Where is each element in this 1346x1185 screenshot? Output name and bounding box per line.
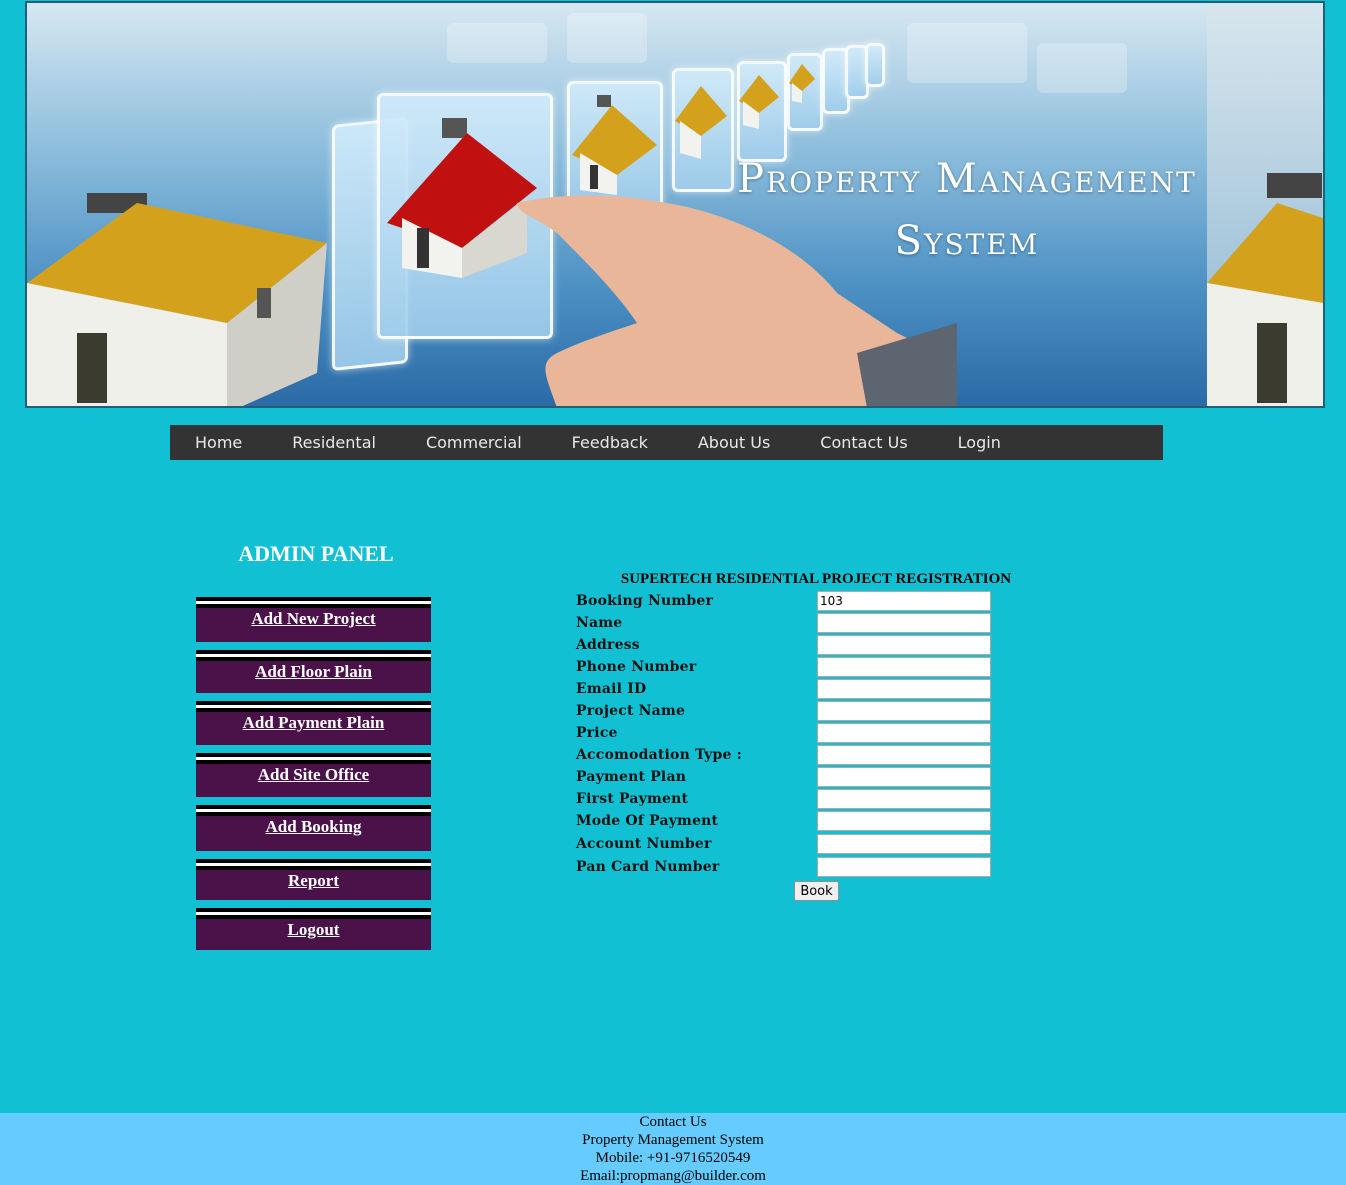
add-payment-plain-button[interactable]: Add Payment Plain xyxy=(196,701,431,745)
booking-number-input[interactable] xyxy=(817,591,991,611)
form-row-pan-card-number: Pan Card Number xyxy=(576,857,996,879)
price-input[interactable] xyxy=(817,723,991,743)
footer: Contact Us Property Management System Mo… xyxy=(0,1113,1346,1185)
small-house-icon xyxy=(739,75,779,129)
report-button[interactable]: Report xyxy=(196,859,431,900)
payment-plan-input[interactable] xyxy=(817,767,991,787)
add-floor-plain-link[interactable]: Add Floor Plain xyxy=(196,654,431,682)
form-row-account-number: Account Number xyxy=(576,834,996,856)
email-id-input[interactable] xyxy=(817,679,991,699)
nav-home[interactable]: Home xyxy=(170,425,267,460)
phone-number-label: Phone Number xyxy=(576,659,697,675)
house-illustration-right xyxy=(1207,173,1323,406)
add-new-project-button[interactable]: Add New Project xyxy=(196,597,431,642)
site-title: Property Management System xyxy=(737,148,1197,272)
form-row-price: Price xyxy=(576,723,996,745)
first-payment-label: First Payment xyxy=(576,791,689,807)
address-input[interactable] xyxy=(817,635,991,655)
main-nav: Home Residental Commercial Feedback Abou… xyxy=(170,425,1163,460)
form-row-payment-plan: Payment Plan xyxy=(576,767,996,789)
mode-of-payment-input[interactable] xyxy=(817,811,991,831)
first-payment-input[interactable] xyxy=(817,789,991,809)
phone-number-input[interactable] xyxy=(817,657,991,677)
logout-button[interactable]: Logout xyxy=(196,908,431,950)
footer-contact-heading: Contact Us xyxy=(639,1114,707,1130)
form-row-booking-number: Booking Number xyxy=(576,591,996,613)
add-payment-plain-link[interactable]: Add Payment Plain xyxy=(196,705,431,733)
account-number-input[interactable] xyxy=(817,834,991,854)
nav-login[interactable]: Login xyxy=(933,425,1026,460)
add-booking-link[interactable]: Add Booking xyxy=(196,809,431,837)
price-label: Price xyxy=(576,725,618,741)
site-title-line1: Property Management xyxy=(737,156,1197,202)
logout-link[interactable]: Logout xyxy=(196,912,431,940)
email-id-label: Email ID xyxy=(576,681,647,697)
report-link[interactable]: Report xyxy=(196,863,431,891)
add-floor-plain-button[interactable]: Add Floor Plain xyxy=(196,650,431,693)
accomodation-type-input[interactable] xyxy=(817,745,991,765)
form-title: SUPERTECH RESIDENTIAL PROJECT REGISTRATI… xyxy=(620,571,1012,587)
footer-mobile: Mobile: +91-9716520549 xyxy=(595,1150,751,1166)
nav-commercial[interactable]: Commercial xyxy=(401,425,547,460)
footer-company-name: Property Management System xyxy=(582,1132,764,1148)
site-title-line2: System xyxy=(894,218,1040,264)
accomodation-type-label: Accomodation Type : xyxy=(576,747,742,763)
nav-about-us[interactable]: About Us xyxy=(673,425,795,460)
mode-of-payment-label: Mode Of Payment xyxy=(576,813,719,829)
name-input[interactable] xyxy=(817,613,991,633)
add-new-project-link[interactable]: Add New Project xyxy=(196,601,431,629)
pan-card-number-input[interactable] xyxy=(817,857,991,877)
small-house-icon xyxy=(675,86,727,159)
form-row-email-id: Email ID xyxy=(576,679,996,701)
form-row-accomodation-type: Accomodation Type : xyxy=(576,745,996,767)
book-button[interactable]: Book xyxy=(794,881,839,901)
small-house-icon xyxy=(789,64,815,103)
form-row-mode-of-payment: Mode Of Payment xyxy=(576,811,996,833)
booking-number-label: Booking Number xyxy=(576,593,714,609)
payment-plan-label: Payment Plan xyxy=(576,769,687,785)
nav-feedback[interactable]: Feedback xyxy=(547,425,673,460)
form-row-address: Address xyxy=(576,635,996,657)
add-booking-button[interactable]: Add Booking xyxy=(196,805,431,851)
admin-panel-title: ADMIN PANEL xyxy=(238,541,394,566)
add-site-office-link[interactable]: Add Site Office xyxy=(196,757,431,785)
add-site-office-button[interactable]: Add Site Office xyxy=(196,753,431,797)
form-row-name: Name xyxy=(576,613,996,635)
form-row-first-payment: First Payment xyxy=(576,789,996,811)
banner-edge-image xyxy=(1207,3,1323,406)
pan-card-number-label: Pan Card Number xyxy=(576,859,720,875)
nav-residental[interactable]: Residental xyxy=(267,425,401,460)
footer-email: Email:propmang@builder.com xyxy=(580,1168,766,1184)
account-number-label: Account Number xyxy=(576,836,712,852)
address-label: Address xyxy=(576,637,640,653)
name-label: Name xyxy=(576,615,623,631)
house-illustration-left xyxy=(27,193,327,406)
form-row-phone-number: Phone Number xyxy=(576,657,996,679)
form-row-project-name: Project Name xyxy=(576,701,996,723)
nav-contact-us[interactable]: Contact Us xyxy=(795,425,932,460)
project-name-input[interactable] xyxy=(817,701,991,721)
project-name-label: Project Name xyxy=(576,703,686,719)
header-banner: Property Management System xyxy=(25,1,1325,408)
